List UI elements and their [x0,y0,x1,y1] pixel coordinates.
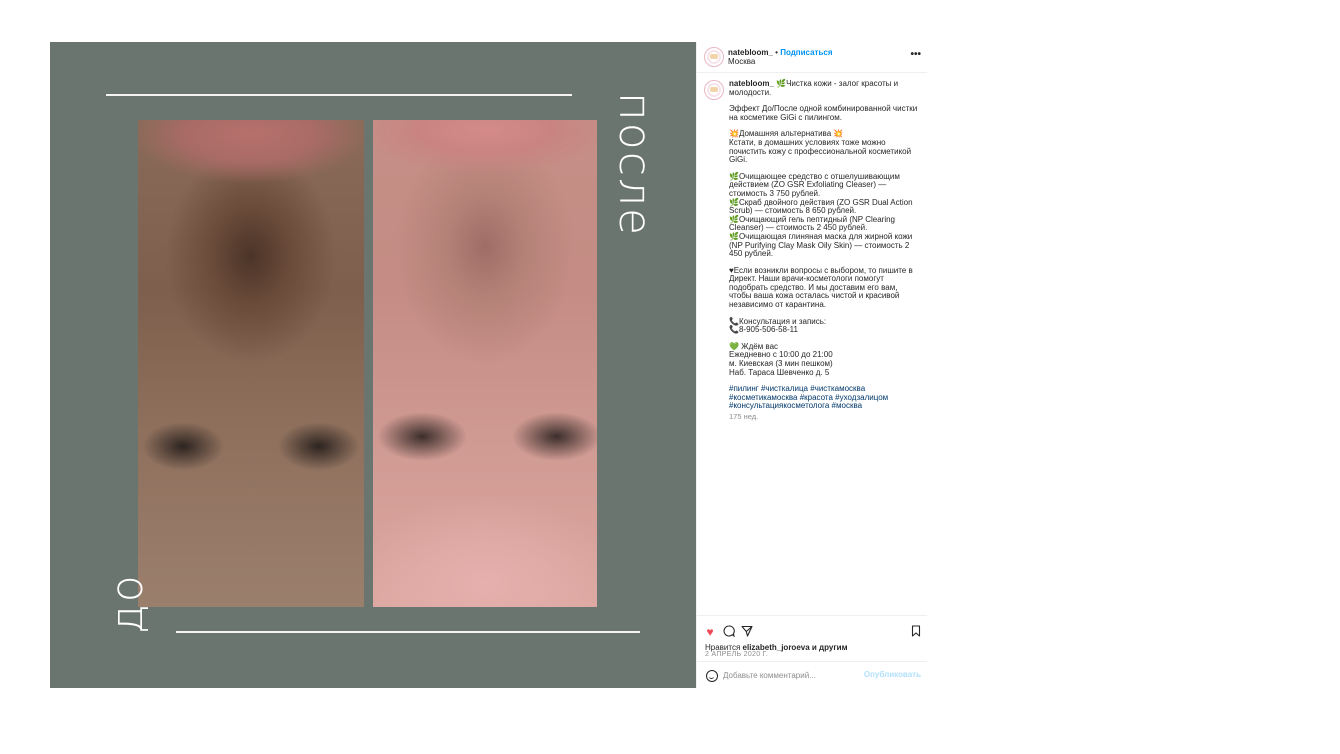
post-age[interactable]: 175 нед. [729,412,921,422]
after-photo [373,120,597,607]
hashtags[interactable]: #пилинг #чисткалица #чисткамосква #косме… [729,384,921,411]
share-icon[interactable] [740,625,754,639]
separator-dot: • [775,48,778,57]
comment-icon[interactable] [722,625,736,639]
post-date[interactable]: 2 АПРЕЛЬ 2020 Г. [705,651,768,658]
post-actions: ♥ Нравится elizabeth_joroeva и другим 2 … [697,615,927,658]
avatar[interactable] [704,47,724,67]
follow-button[interactable]: Подписаться [780,48,832,57]
post-caption: natebloom_ 🌿Чистка кожи - залог красоты … [729,79,921,422]
more-icon[interactable]: ••• [910,49,921,60]
before-photo [138,120,364,607]
publish-button[interactable]: Опубликовать [864,670,921,679]
username-link[interactable]: natebloom_ [728,48,773,57]
caption-paragraph: ♥Если возникли вопросы с выбором, то пиш… [729,265,913,310]
bookmark-icon[interactable] [909,625,923,639]
after-label: после [609,92,660,238]
post-header: natebloom_ • Подписаться Москва ••• [697,42,927,73]
bottom-divider-line [176,631,640,633]
caption-paragraph: 📞Консультация и запись: 📞8-905-506-58-11 [729,316,827,335]
caption-paragraph: Эффект До/После одной комбинированной чи… [729,104,918,122]
caption-avatar[interactable] [704,80,724,100]
comment-input[interactable] [723,669,853,681]
heart-icon[interactable]: ♥ [703,625,717,639]
location-link[interactable]: Москва [728,57,755,66]
caption-paragraph: 💚 Ждём вас Ежедневно с 10:00 до 21:00 м.… [729,341,833,377]
caption-paragraph: 🌿Очищающее средство с отшелушивающим дей… [729,171,913,259]
comment-bar: Опубликовать [697,661,927,689]
emoji-icon[interactable] [706,670,718,682]
top-divider-line [106,94,572,96]
before-label: до [102,573,153,634]
post-image[interactable]: после до [50,42,696,688]
caption-paragraph: 💥Домашняя альтернатива 💥 Кстати, в домаш… [729,129,912,165]
post-panel: natebloom_ • Подписаться Москва ••• nate… [696,42,927,688]
likes-suffix[interactable]: и другим [810,643,848,652]
